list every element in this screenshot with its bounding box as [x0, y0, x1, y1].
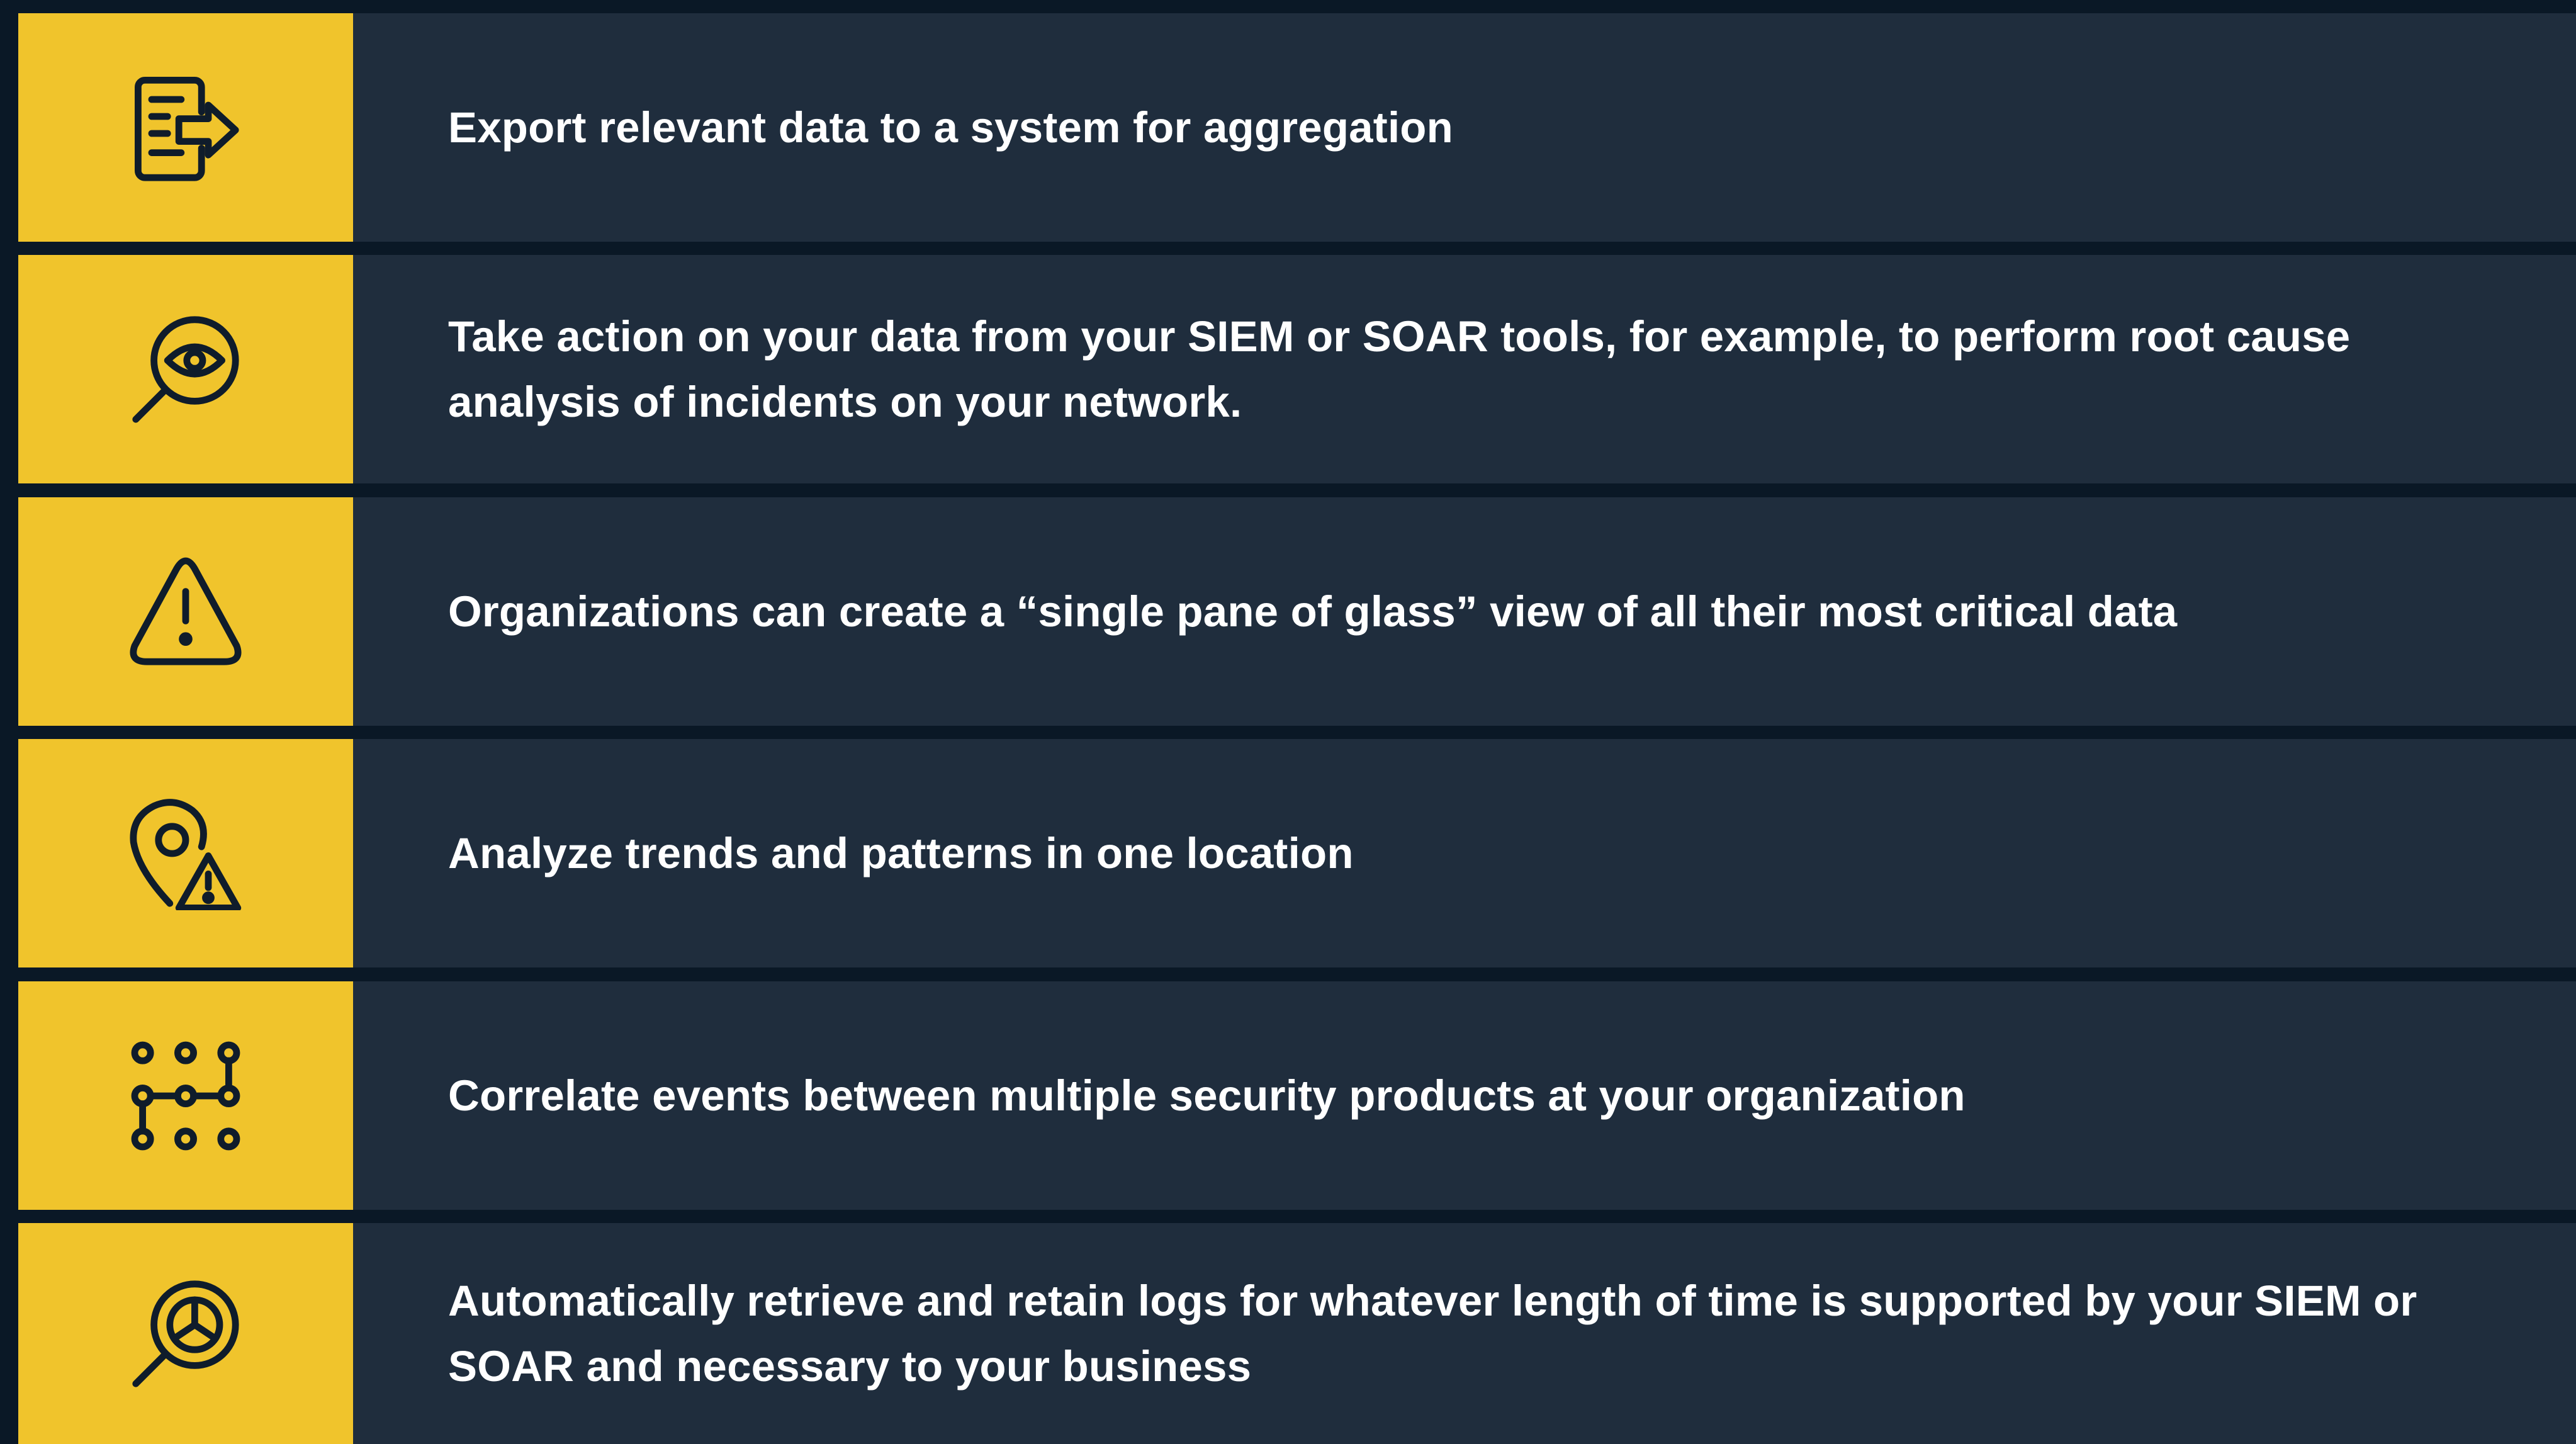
list-item: Organizations can create a “single pane … [18, 497, 2576, 726]
connected-dots-grid-icon [131, 1041, 240, 1150]
icon-tile [18, 739, 353, 967]
magnifier-chart-icon [132, 1280, 239, 1387]
item-text-container: Automatically retrieve and retain logs f… [353, 1223, 2576, 1444]
item-text-container: Analyze trends and patterns in one locat… [353, 739, 2576, 967]
list-item: Export relevant data to a system for agg… [18, 13, 2576, 242]
item-text-container: Organizations can create a “single pane … [353, 497, 2576, 726]
item-text-container: Take action on your data from your SIEM … [353, 255, 2576, 483]
item-text: Take action on your data from your SIEM … [448, 312, 2351, 426]
magnifier-eye-icon [132, 315, 239, 423]
document-export-icon [135, 76, 239, 181]
warning-triangle-icon [130, 557, 242, 665]
item-text: Export relevant data to a system for agg… [448, 103, 1454, 152]
location-pin-warning-icon [130, 798, 242, 910]
icon-tile [18, 255, 353, 483]
icon-tile [18, 13, 353, 242]
icon-tile [18, 497, 353, 726]
item-text: Organizations can create a “single pane … [448, 587, 2178, 636]
item-text: Analyze trends and patterns in one locat… [448, 828, 1354, 877]
item-text-container: Export relevant data to a system for agg… [353, 13, 2576, 242]
item-text: Correlate events between multiple securi… [448, 1071, 1966, 1120]
list-item: Correlate events between multiple securi… [18, 981, 2576, 1210]
item-text: Automatically retrieve and retain logs f… [448, 1276, 2417, 1390]
feature-list: Export relevant data to a system for agg… [0, 0, 2576, 1444]
list-item: Automatically retrieve and retain logs f… [18, 1223, 2576, 1444]
list-item: Take action on your data from your SIEM … [18, 255, 2576, 483]
icon-tile [18, 981, 353, 1210]
list-item: Analyze trends and patterns in one locat… [18, 739, 2576, 967]
icon-tile [18, 1223, 353, 1444]
item-text-container: Correlate events between multiple securi… [353, 981, 2576, 1210]
